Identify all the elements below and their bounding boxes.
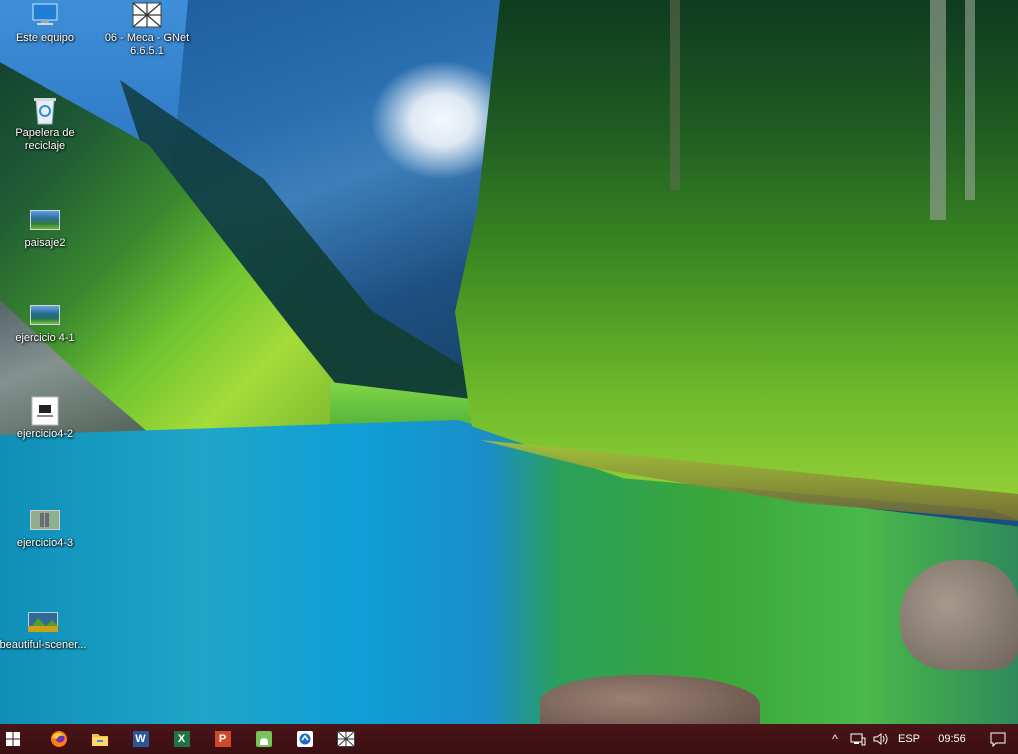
desktop-icon-paisaje2[interactable]: paisaje2: [0, 205, 90, 250]
desktop-icon-gnet[interactable]: 06 - Meca - GNet 6.6.5.1: [102, 0, 192, 58]
desktop-icon-ejercicio4-2[interactable]: ejercicio4-2: [0, 396, 90, 441]
blue-app-icon: [296, 731, 313, 747]
document-file-icon: [30, 396, 60, 426]
firefox-icon: [50, 731, 67, 747]
image-file-icon: [30, 300, 60, 330]
clock-time: 09:56: [938, 733, 966, 745]
volume-button[interactable]: [870, 724, 892, 754]
notification-icon: [990, 732, 1006, 747]
desktop-icon-this-pc[interactable]: Este equipo: [0, 0, 90, 45]
desktop-icon-label: beautiful-scener...: [0, 639, 87, 651]
image-file-icon: [30, 205, 60, 235]
language-indicator[interactable]: ESP: [892, 724, 926, 754]
image-file-icon: [30, 505, 60, 535]
desktop-icon-label: Papelera de reciclaje: [15, 127, 75, 152]
taskbar-word-button[interactable]: W: [120, 724, 161, 754]
desktop-icon-label: ejercicio4-3: [16, 537, 74, 549]
desktop-icon-label: 06 - Meca - GNet 6.6.5.1: [104, 32, 190, 57]
excel-icon: X: [173, 731, 190, 747]
gnet-app-icon: [336, 731, 355, 747]
start-button[interactable]: [0, 724, 26, 754]
clock[interactable]: 09:56: [926, 724, 978, 754]
desktop-icon-label: ejercicio 4-1: [15, 332, 75, 344]
taskbar-excel-button[interactable]: X: [161, 724, 202, 754]
network-icon: [850, 733, 866, 746]
desktop-icon-label: ejercicio4-2: [16, 428, 74, 440]
desktop-wallpaper: [0, 0, 1018, 724]
wallpaper-trunk: [670, 0, 680, 190]
word-icon: W: [132, 731, 149, 747]
network-button[interactable]: [846, 724, 870, 754]
gnet-app-icon: [132, 0, 162, 30]
desktop-icon-label: Este equipo: [15, 32, 75, 44]
taskbar: W X P ^ ESP 09:56: [0, 724, 1018, 754]
chevron-up-icon: ^: [832, 732, 838, 746]
powerpoint-icon: P: [214, 731, 231, 747]
notifications-button[interactable]: [978, 724, 1018, 754]
desktop-icon-ejercicio-4-1[interactable]: ejercicio 4-1: [0, 300, 90, 345]
system-tray: ^ ESP 09:56: [824, 724, 1018, 754]
show-hidden-icons-button[interactable]: ^: [824, 724, 846, 754]
wallpaper-snow: [370, 60, 490, 180]
desktop-icon-label: paisaje2: [24, 237, 66, 249]
desktop-icon-beautiful-scenery[interactable]: beautiful-scener...: [0, 607, 88, 652]
wallpaper-trunk: [930, 0, 946, 220]
volume-icon: [873, 733, 888, 745]
windows-logo-icon: [6, 732, 20, 746]
taskbar-firefox-button[interactable]: [38, 724, 79, 754]
taskbar-gnet-button[interactable]: [325, 724, 366, 754]
taskbar-android-studio-button[interactable]: [243, 724, 284, 754]
this-pc-icon: [30, 0, 60, 30]
desktop-icon-ejercicio4-3[interactable]: ejercicio4-3: [0, 505, 90, 550]
taskbar-blue-app-button[interactable]: [284, 724, 325, 754]
taskbar-file-explorer-button[interactable]: [79, 724, 120, 754]
recycle-bin-icon: [30, 95, 60, 125]
android-icon: [255, 731, 272, 747]
image-file-icon: [28, 607, 58, 637]
language-label: ESP: [897, 733, 920, 745]
taskbar-powerpoint-button[interactable]: P: [202, 724, 243, 754]
folder-icon: [91, 734, 108, 746]
wallpaper-stone: [900, 560, 1018, 670]
wallpaper-trunk: [965, 0, 975, 200]
desktop-icon-recycle-bin[interactable]: Papelera de reciclaje: [0, 95, 90, 153]
